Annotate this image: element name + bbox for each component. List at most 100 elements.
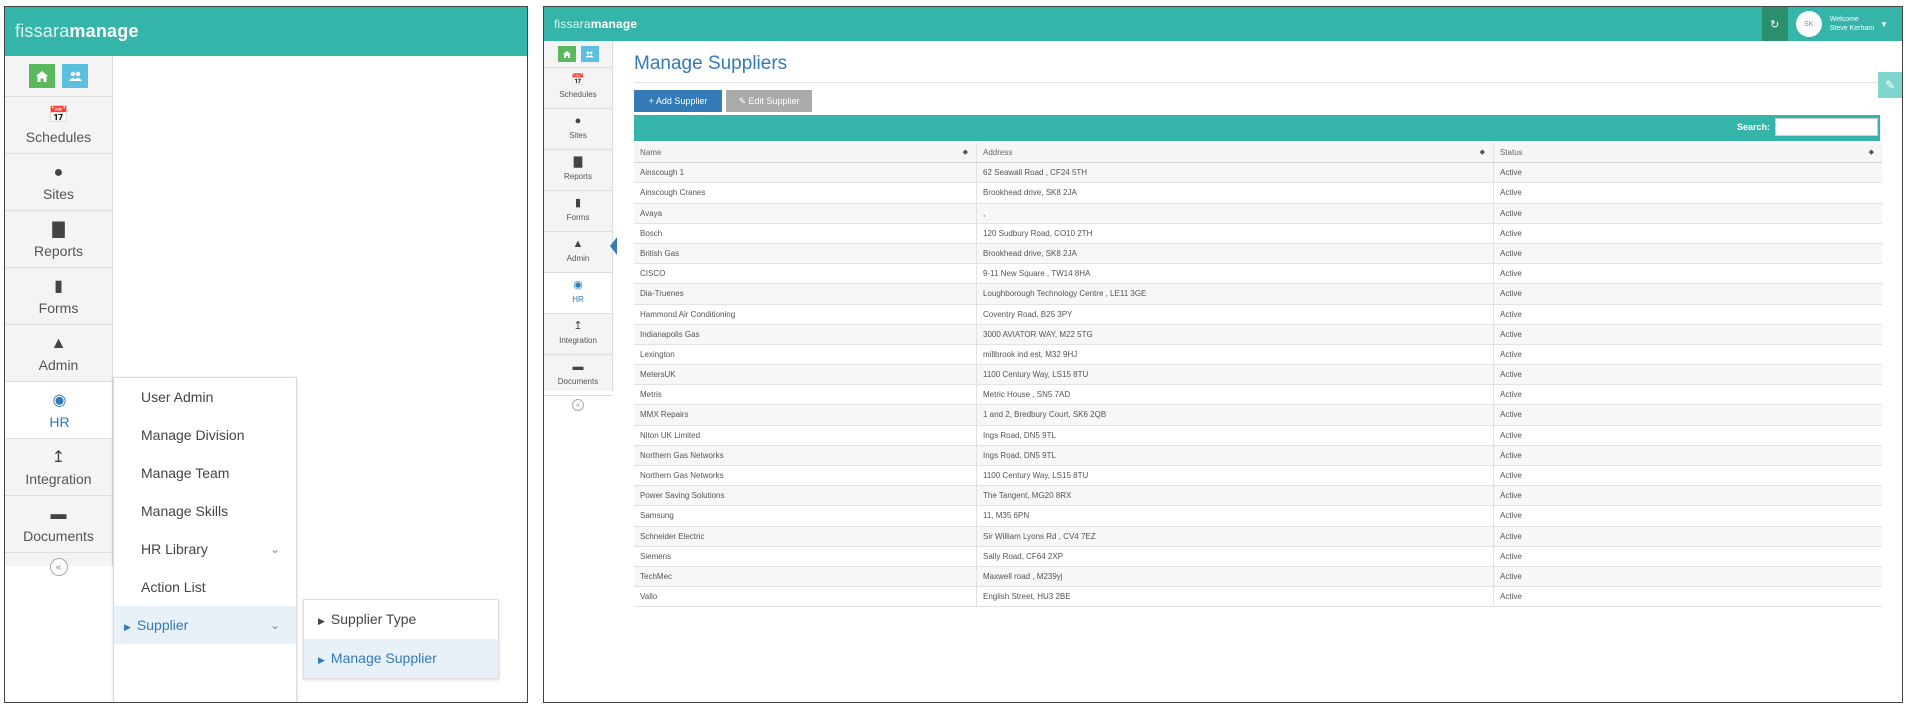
sort-icon: ◆ (962, 149, 968, 156)
menu-item-manage-team[interactable]: Manage Team (114, 454, 296, 492)
cell-status: Active (1500, 471, 1522, 480)
sidebar-item-documents[interactable]: ▬ Documents (544, 355, 612, 396)
home-button[interactable] (29, 64, 55, 88)
user-icon: ▲ (572, 238, 584, 250)
table-toolbar: Search: (634, 115, 1880, 141)
table-row[interactable]: CISCO 9-11 New Square , TW14 8HA Active (634, 264, 1882, 285)
menu-item-action-list[interactable]: Action List (114, 568, 296, 606)
user-area: ↻ SK Welcome Steve Kerham ▼ (1761, 7, 1902, 41)
column-header-label: Status (1500, 148, 1523, 157)
user-welcome[interactable]: Welcome Steve Kerham (1830, 15, 1874, 33)
sidebar-item-schedules[interactable]: 📅 Schedules (544, 68, 612, 109)
cell-address: 62 Seawall Road , CF24 5TH (977, 163, 1494, 183)
suppliers-table: Name ◆ Address ◆ Status ◆ Ainscough 1 62 Sea… (634, 143, 1882, 608)
edit-supplier-label: Edit Supplier (748, 96, 800, 106)
table-row[interactable]: Samsung 11, M35 6PN Active (634, 506, 1882, 527)
table-row[interactable]: Ainscough 1 62 Seawall Road , CF24 5TH Act… (634, 163, 1882, 184)
table-row[interactable]: Indianapolis Gas 3000 AVIATOR WAY, M22 5T… (634, 324, 1882, 345)
sidebar-item-reports[interactable]: ▇ Reports (5, 211, 112, 268)
sidebar-item-integration[interactable]: ↥ Integration (5, 439, 112, 496)
sidebar-item-label: Sites (42, 186, 75, 202)
table-row[interactable]: Power Saving Solutions The Tangent, MG20 … (634, 486, 1882, 507)
menu-item-manage-division[interactable]: Manage Division (114, 416, 296, 454)
app-logo[interactable]: fissaramanage (554, 17, 637, 31)
sidebar-item-sites[interactable]: ● Sites (5, 154, 112, 211)
cell-status: Active (1500, 329, 1522, 339)
cell-status: Active (1500, 551, 1522, 561)
table-row[interactable]: Northern Gas Networks Ings Road, DN5 9TL A… (634, 445, 1882, 466)
home-button[interactable] (557, 46, 576, 62)
cell-address: Brookhead drive, SK8 2JA (977, 243, 1494, 264)
users-icon (68, 71, 82, 81)
column-header-status[interactable]: Status ◆ (1494, 143, 1882, 162)
supplier-submenu: ▶ Supplier Type ▶ Manage Supplier (303, 599, 499, 679)
cell-status: Active (1500, 450, 1522, 460)
menu-item-manage-skills[interactable]: Manage Skills (114, 492, 296, 530)
sidebar-item-reports[interactable]: ▇ Reports (544, 150, 612, 191)
table-row[interactable]: MetersUK 1100 Century Way, LS15 8TU Active (634, 365, 1882, 386)
title-divider (634, 82, 1878, 83)
table-row[interactable]: Ainscough Cranes Brookhead drive, SK8 2JA… (634, 183, 1882, 204)
cell-name: Siemens (634, 546, 977, 566)
table-row[interactable]: Northern Gas Networks 1100 Century Way, L… (634, 466, 1882, 487)
cell-address: 120 Sudbury Road, CO10 2TH (977, 223, 1494, 243)
table-row[interactable]: Bosch 120 Sudbury Road, CO10 2TH Active (634, 223, 1882, 244)
sidebar-item-hr[interactable]: ◉ HR (5, 382, 112, 439)
sidebar-item-sites[interactable]: ● Sites (544, 109, 612, 150)
chevron-down-icon[interactable]: ▼ (1880, 20, 1888, 29)
cell-name: Ainscough Cranes (634, 183, 977, 203)
cell-name: Lexington (634, 344, 977, 365)
edit-page-button[interactable]: ✎ (1878, 72, 1902, 98)
column-header-name[interactable]: Name ◆ (634, 143, 977, 163)
sidebar-item-forms[interactable]: ▮ Forms (544, 191, 612, 232)
team-button[interactable] (62, 64, 88, 88)
cell-address: 11, M35 6PN (977, 506, 1494, 526)
sidebar-item-schedules[interactable]: 📅 Schedules (5, 97, 112, 154)
logo-text-bold: manage (69, 21, 139, 41)
caret-right-icon: ▶ (124, 622, 131, 632)
sidebar-item-hr[interactable]: ◉ HR (544, 273, 612, 314)
table-row[interactable]: Lexington millbrook ind est, M32 9HJ Activ… (634, 344, 1882, 366)
table-row[interactable]: British Gas Brookhead drive, SK8 2JA Activ… (634, 243, 1882, 265)
sidebar-item-forms[interactable]: ▮ Forms (5, 268, 112, 325)
cell-address: Metric House , SN5 7AD (977, 385, 1494, 405)
sidebar-item-documents[interactable]: ▬ Documents (5, 496, 112, 553)
sidebar-collapse[interactable]: « (5, 553, 112, 581)
table-row[interactable]: TechMec Maxwell road , M239yj Active (634, 566, 1882, 588)
table-row[interactable]: Metris Metric House , SN5 7AD Active (634, 385, 1882, 406)
sidebar-item-admin[interactable]: ▲ Admin (5, 325, 112, 382)
table-row[interactable]: Vallo English Street, HU3 2BE Active (634, 587, 1882, 608)
cell-name: Samsung (634, 506, 977, 526)
sidebar-collapse[interactable]: « (544, 396, 612, 414)
menu-item-supplier[interactable]: ▶ Supplier ⌄ (114, 606, 296, 644)
table-row[interactable]: Hammond Air Conditioning Coventry Road, B… (634, 304, 1882, 325)
edit-supplier-button[interactable]: ✎ Edit Supplier (726, 90, 812, 112)
sidebar-item-label: Schedules (559, 90, 597, 99)
column-header-address[interactable]: Address ◆ (977, 143, 1494, 163)
table-row[interactable]: Siemens Sally Road, CF64 2XP Active (634, 546, 1882, 567)
cell-name: Vallo (634, 587, 977, 607)
table-row[interactable]: Avaya, Active (634, 203, 1882, 224)
sidebar-item-integration[interactable]: ↥ Integration (544, 314, 612, 355)
menu-item-hr-library[interactable]: HR Library ⌄ (114, 530, 296, 568)
refresh-button[interactable]: ↻ (1761, 7, 1788, 41)
table-row[interactable]: Dia-Truenes Loughborough Technology Centr… (634, 284, 1882, 305)
cell-name: Niton UK Limited (634, 425, 977, 445)
zoomed-menu-panel: fissaramanage 📅 Schedules ● Sites ▇ Reports… (4, 6, 528, 703)
table-row[interactable]: Schneider Electric Sir William Lyons Rd ,… (634, 526, 1882, 547)
sidebar-item-label: Forms (38, 300, 79, 316)
submenu-item-manage-supplier[interactable]: ▶ Manage Supplier (304, 639, 498, 678)
menu-item-label: User Admin (141, 389, 214, 405)
add-supplier-button[interactable]: + Add Supplier (634, 90, 722, 112)
search-input[interactable] (1775, 118, 1878, 136)
team-button[interactable] (580, 46, 599, 62)
cell-status: Active (1500, 228, 1522, 238)
menu-item-user-admin[interactable]: User Admin (114, 378, 296, 416)
table-row[interactable]: Niton UK Limited Ings Road, DN5 9TL Active (634, 425, 1882, 446)
submenu-item-supplier-type[interactable]: ▶ Supplier Type (304, 600, 498, 639)
refresh-icon: ↻ (1770, 18, 1780, 31)
app-logo[interactable]: fissaramanage (15, 21, 139, 42)
sidebar-item-admin[interactable]: ▲ Admin (544, 232, 612, 273)
table-row[interactable]: MMX Repairs 1 and 2, Bredbury Court, SK6 … (634, 405, 1882, 426)
avatar[interactable]: SK (1795, 11, 1822, 37)
